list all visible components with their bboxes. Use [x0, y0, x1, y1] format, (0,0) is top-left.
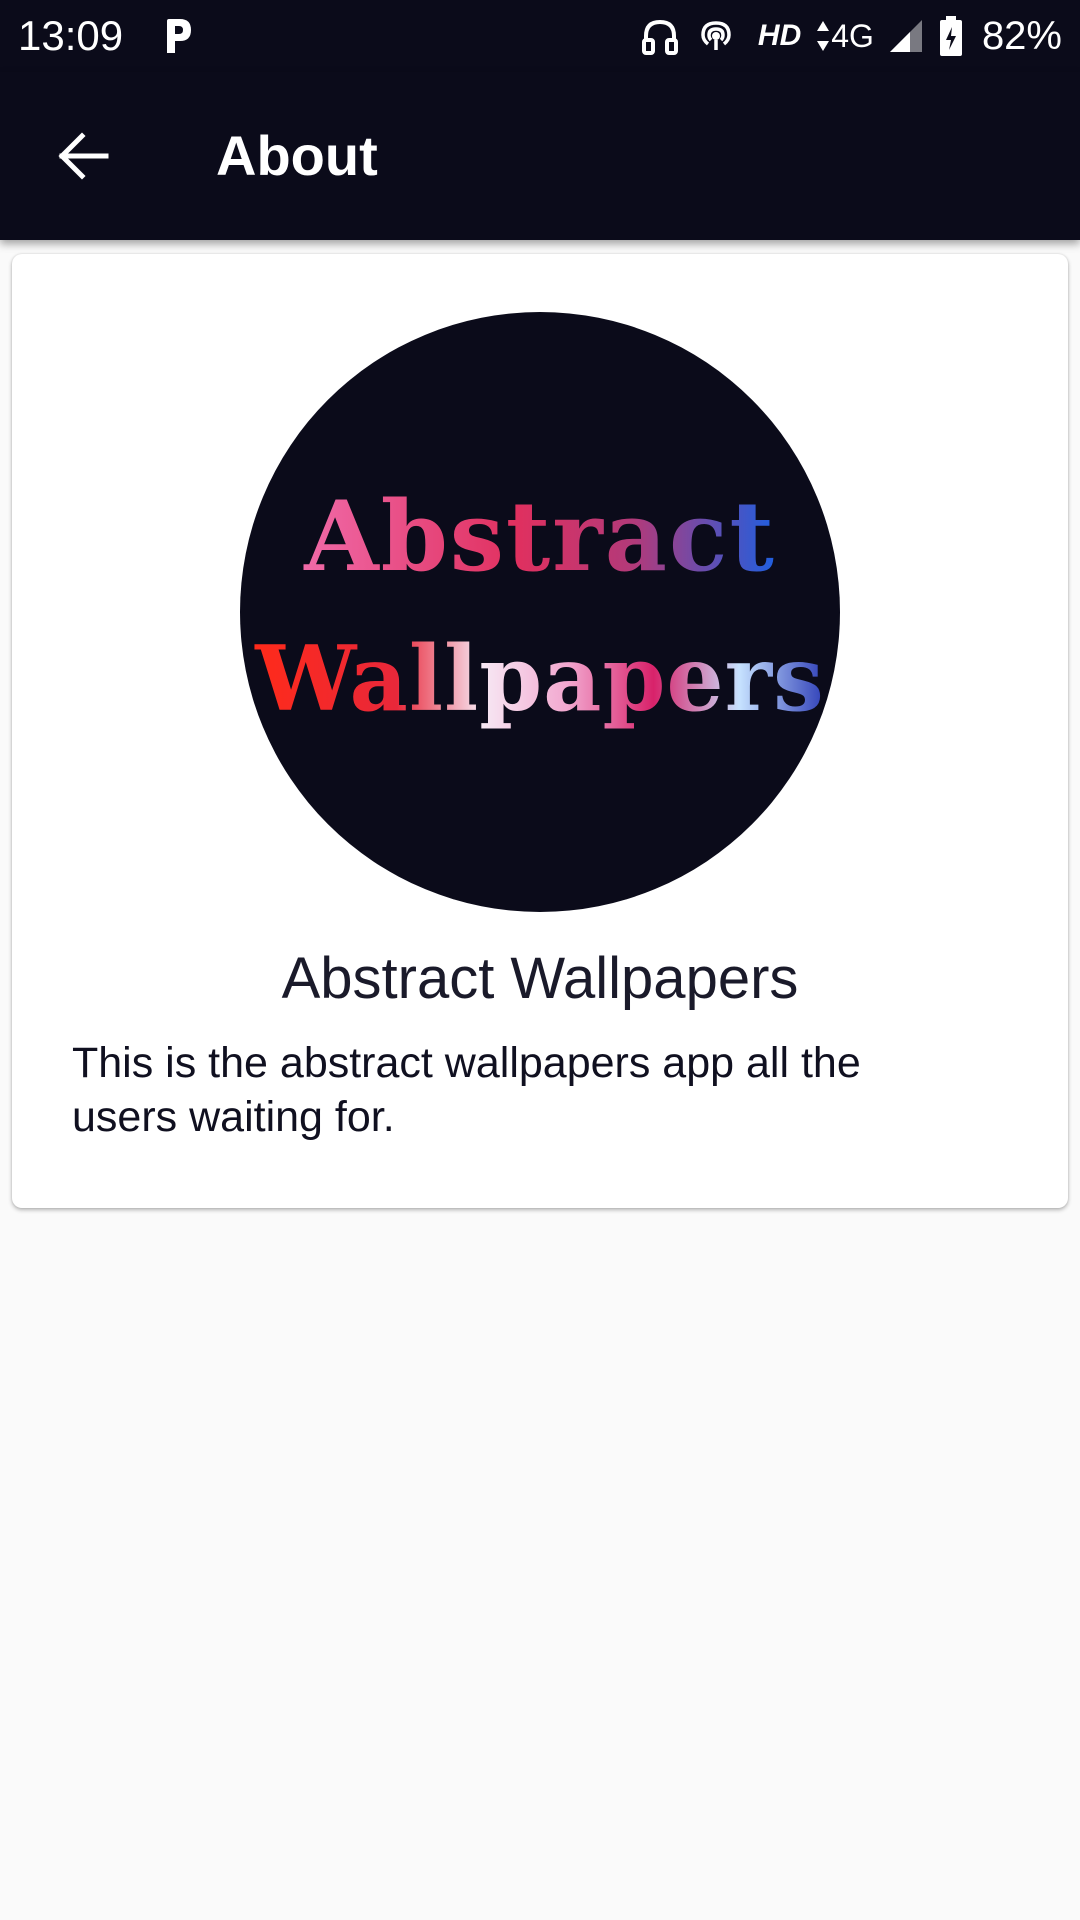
arrow-left-icon: [58, 132, 109, 180]
page-title: About: [216, 124, 378, 187]
logo-line1: Abstract: [303, 480, 776, 593]
data-arrows-icon: [817, 21, 830, 51]
app-description: This is the abstract wallpapers app all …: [72, 1039, 861, 1141]
back-button[interactable]: [44, 116, 124, 196]
status-bar: 13:09 HD 4G 82%: [0, 0, 1080, 72]
app-logo: Abstract Wallpapers: [240, 312, 840, 912]
logo-line2: Wallpapers: [254, 626, 824, 732]
network-type-label: 4G: [831, 17, 874, 54]
status-icons: HD 4G 82%: [640, 14, 1062, 59]
status-time: 13:09: [18, 12, 124, 59]
headphones-icon: [640, 16, 680, 56]
network-type: 4G: [815, 18, 874, 55]
hotspot-icon: [694, 16, 738, 56]
app-name-title: Abstract Wallpapers: [281, 946, 799, 1011]
network-hd-label: HD: [757, 19, 802, 52]
app-bar: About: [0, 72, 1080, 240]
about-card: Abstract Wallpapers Abstract Wallpapers …: [12, 254, 1068, 1208]
signal-icon: [888, 18, 924, 54]
battery-charging-icon: [938, 15, 964, 57]
battery-percent: 82%: [981, 13, 1062, 58]
p-notification-icon: [161, 17, 195, 55]
